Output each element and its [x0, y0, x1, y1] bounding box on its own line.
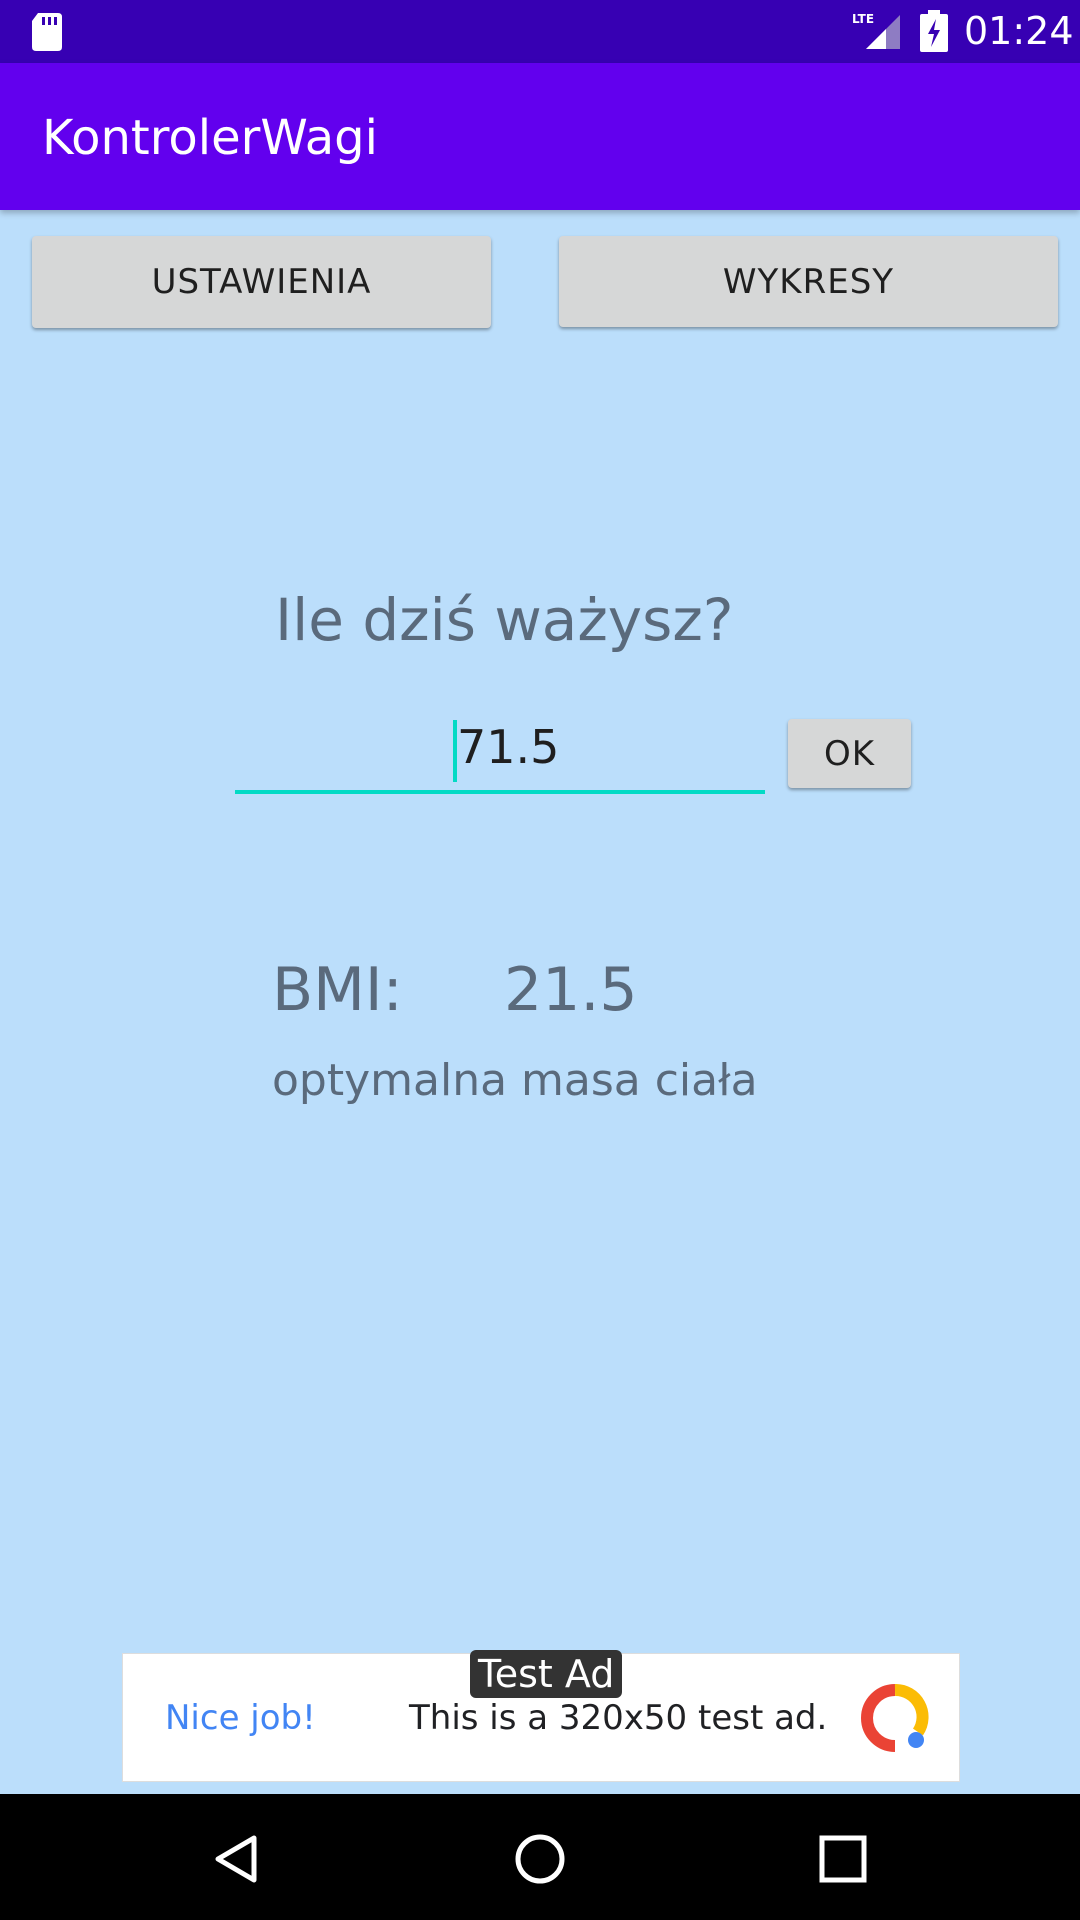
sd-card-icon	[32, 13, 62, 51]
bmi-label: BMI:	[272, 955, 403, 1025]
ad-logo-icon	[861, 1684, 929, 1752]
recents-icon[interactable]	[816, 1832, 870, 1886]
clock: 01:24	[964, 9, 1074, 53]
settings-button[interactable]: USTAWIENIA	[32, 236, 491, 328]
weight-question: Ile dziś ważysz?	[275, 586, 734, 654]
ad-banner[interactable]: Test Ad Nice job! This is a 320x50 test …	[122, 1650, 960, 1782]
svg-text:LTE: LTE	[852, 12, 874, 26]
app-bar: KontrolerWagi	[0, 63, 1080, 210]
navigation-bar	[0, 1794, 1080, 1920]
ok-button[interactable]: OK	[788, 719, 911, 788]
ad-headline: Nice job!	[165, 1698, 316, 1738]
status-bar: LTE 01:24	[0, 0, 1080, 63]
weight-input-value: 71.5	[457, 720, 560, 774]
ad-tag: Test Ad	[470, 1650, 623, 1698]
weight-input[interactable]: 71.5	[235, 716, 765, 794]
lte-signal-icon: LTE	[852, 12, 900, 49]
back-icon[interactable]	[210, 1832, 264, 1886]
home-icon[interactable]	[513, 1832, 567, 1886]
bmi-status: optymalna masa ciała	[272, 1055, 758, 1106]
charts-button[interactable]: WYKRESY	[559, 236, 1058, 327]
bmi-value: 21.5	[504, 955, 638, 1025]
app-title: KontrolerWagi	[42, 110, 378, 166]
battery-charging-icon	[920, 10, 948, 52]
ad-text: This is a 320x50 test ad.	[409, 1698, 828, 1738]
